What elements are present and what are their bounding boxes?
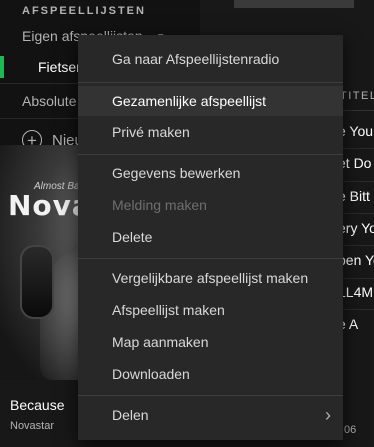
menu-item-report: Melding maken: [112, 197, 207, 213]
menu-item-delete[interactable]: Delete: [78, 222, 343, 252]
headphone-shape: [20, 245, 54, 319]
chevron-right-icon: ›: [325, 405, 331, 425]
track-title[interactable]: ery Yo: [338, 220, 374, 236]
track-title[interactable]: et Do: [338, 155, 371, 171]
menu-item-share[interactable]: Delen ›: [78, 400, 343, 430]
menu-item-download[interactable]: Downloaden: [78, 359, 343, 389]
active-indicator: [0, 56, 4, 78]
menu-item-share-label: Delen: [112, 407, 149, 423]
time-fragment: 06: [344, 424, 357, 436]
now-playing-artist[interactable]: Novastar: [10, 420, 54, 432]
menu-separator: [78, 154, 343, 155]
menu-separator: [78, 82, 343, 83]
menu-item-edit-details[interactable]: Gegevens bewerken: [78, 158, 343, 188]
menu-item-playlist-radio[interactable]: Ga naar Afspeellijstenradio: [78, 44, 343, 74]
menu-item-create-folder[interactable]: Map aanmaken: [78, 327, 343, 357]
menu-separator: [78, 258, 343, 259]
menu-item-collaborative-playlist[interactable]: Gezamenlijke afspeellijst: [78, 86, 343, 116]
playlist-header-image: [234, 0, 354, 8]
playlists-section-title: AFSPEELLIJSTEN: [22, 5, 146, 17]
menu-item-create-playlist[interactable]: Afspeellijst maken: [78, 295, 343, 325]
menu-item-make-private[interactable]: Privé maken: [78, 117, 343, 147]
track-title[interactable]: e You: [338, 123, 373, 139]
menu-separator: [78, 395, 343, 396]
sidebar-item-absolute[interactable]: Absolute: [22, 93, 76, 109]
now-playing-title[interactable]: Because: [10, 397, 64, 413]
menu-item-create-similar-playlist[interactable]: Vergelijkbare afspeellijst maken: [78, 263, 343, 293]
column-header-title[interactable]: TITEL: [340, 90, 374, 102]
track-title[interactable]: pen Yo: [338, 252, 374, 268]
context-menu: Ga naar Afspeellijstenradio Gezamenlijke…: [78, 35, 343, 440]
track-title[interactable]: LL4M: [338, 284, 373, 300]
